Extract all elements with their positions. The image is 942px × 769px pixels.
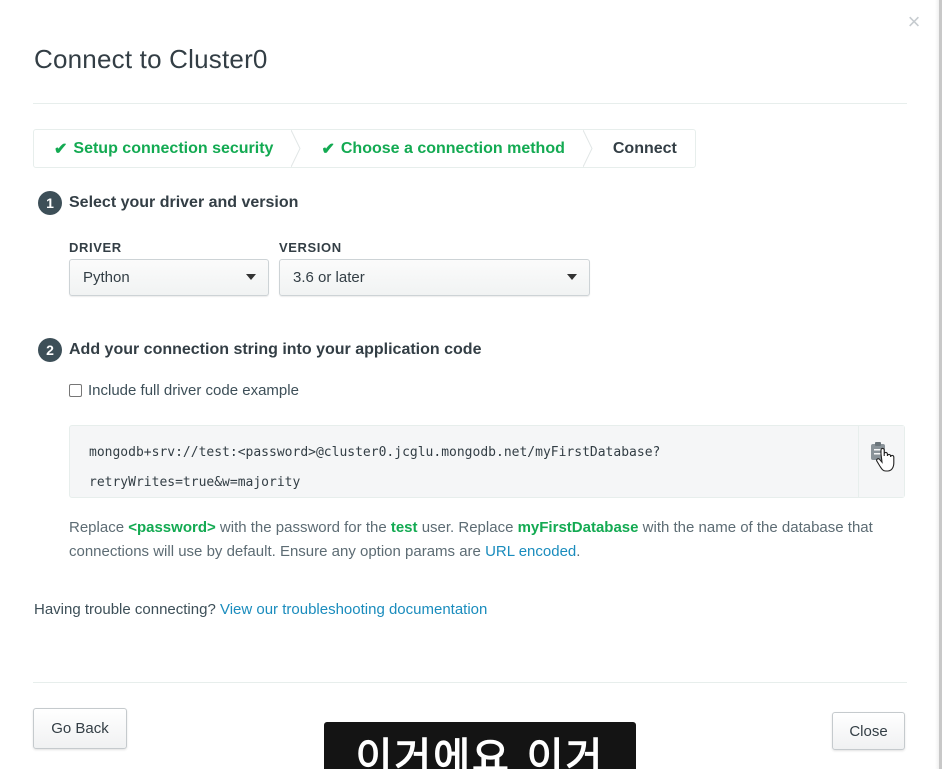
- version-label: VERSION: [279, 240, 342, 255]
- username-token: test: [390, 519, 418, 536]
- driver-select[interactable]: Python: [69, 259, 269, 296]
- section-2-title: Add your connection string into your app…: [69, 341, 482, 358]
- clipboard-icon: [871, 442, 895, 472]
- caret-down-icon: [567, 274, 577, 280]
- connect-modal: × Connect to Cluster0 ✔ Setup connection…: [0, 0, 942, 769]
- video-subtitle-overlay: 이거에요 이거: [324, 722, 636, 769]
- url-encoded-link[interactable]: URL encoded: [485, 543, 576, 560]
- troubleshooting-text: Having trouble connecting?: [34, 601, 220, 618]
- troubleshooting-row: Having trouble connecting? View our trou…: [34, 601, 487, 618]
- connection-string[interactable]: mongodb+srv://test:<password>@cluster0.j…: [89, 438, 660, 498]
- section-1-title: Select your driver and version: [69, 194, 299, 211]
- section-2-heading: 2 Add your connection string into your a…: [38, 338, 481, 362]
- chevron-separator-icon: [582, 130, 593, 167]
- password-placeholder-token: <password>: [128, 519, 216, 536]
- connection-string-box: mongodb+srv://test:<password>@cluster0.j…: [69, 425, 905, 498]
- troubleshooting-link[interactable]: View our troubleshooting documentation: [220, 601, 487, 618]
- divider-bottom: [33, 682, 907, 683]
- modal-title: Connect to Cluster0: [34, 44, 268, 74]
- close-icon[interactable]: ×: [904, 10, 924, 34]
- help-text-part: Replace: [69, 519, 129, 536]
- include-full-code-option: Include full driver code example: [69, 382, 299, 399]
- close-button[interactable]: Close: [832, 712, 905, 750]
- connection-steps-breadcrumb: ✔ Setup connection security ✔ Choose a c…: [33, 129, 696, 168]
- step-connect[interactable]: Connect: [593, 130, 695, 167]
- connection-help-text: Replace <password> with the password for…: [69, 516, 905, 564]
- chevron-separator-icon: [291, 130, 302, 167]
- help-text-part: user. Replace: [417, 519, 518, 536]
- help-text-part: with the password for the: [215, 519, 391, 536]
- step-choose-connection-method[interactable]: ✔ Choose a connection method: [301, 130, 582, 167]
- version-select[interactable]: 3.6 or later: [279, 259, 590, 296]
- go-back-button[interactable]: Go Back: [33, 708, 127, 749]
- driver-selected-value: Python: [83, 269, 130, 286]
- help-text-part: .: [576, 543, 581, 560]
- connection-string-line: mongodb+srv://test:<password>@cluster0.j…: [89, 445, 661, 460]
- include-full-code-checkbox[interactable]: [69, 384, 82, 397]
- copy-button[interactable]: [858, 426, 904, 497]
- divider-top: [33, 103, 907, 104]
- include-full-code-label[interactable]: Include full driver code example: [88, 382, 299, 399]
- step-number-badge: 1: [38, 191, 62, 215]
- check-icon: ✔: [321, 140, 335, 158]
- step-label: Setup connection security: [73, 139, 274, 157]
- step-label: Connect: [612, 139, 677, 157]
- driver-label: DRIVER: [69, 240, 122, 255]
- check-icon: ✔: [54, 140, 68, 158]
- step-number-badge: 2: [38, 338, 62, 362]
- caret-down-icon: [246, 274, 256, 280]
- connection-string-line: retryWrites=true&w=majority: [89, 475, 301, 490]
- version-selected-value: 3.6 or later: [293, 269, 365, 286]
- section-1-heading: 1 Select your driver and version: [38, 191, 298, 215]
- database-name-token: myFirstDatabase: [517, 519, 639, 536]
- step-setup-connection-security[interactable]: ✔ Setup connection security: [34, 130, 291, 167]
- subtitle-text: 이거에요 이거: [355, 735, 605, 769]
- step-label: Choose a connection method: [340, 139, 565, 157]
